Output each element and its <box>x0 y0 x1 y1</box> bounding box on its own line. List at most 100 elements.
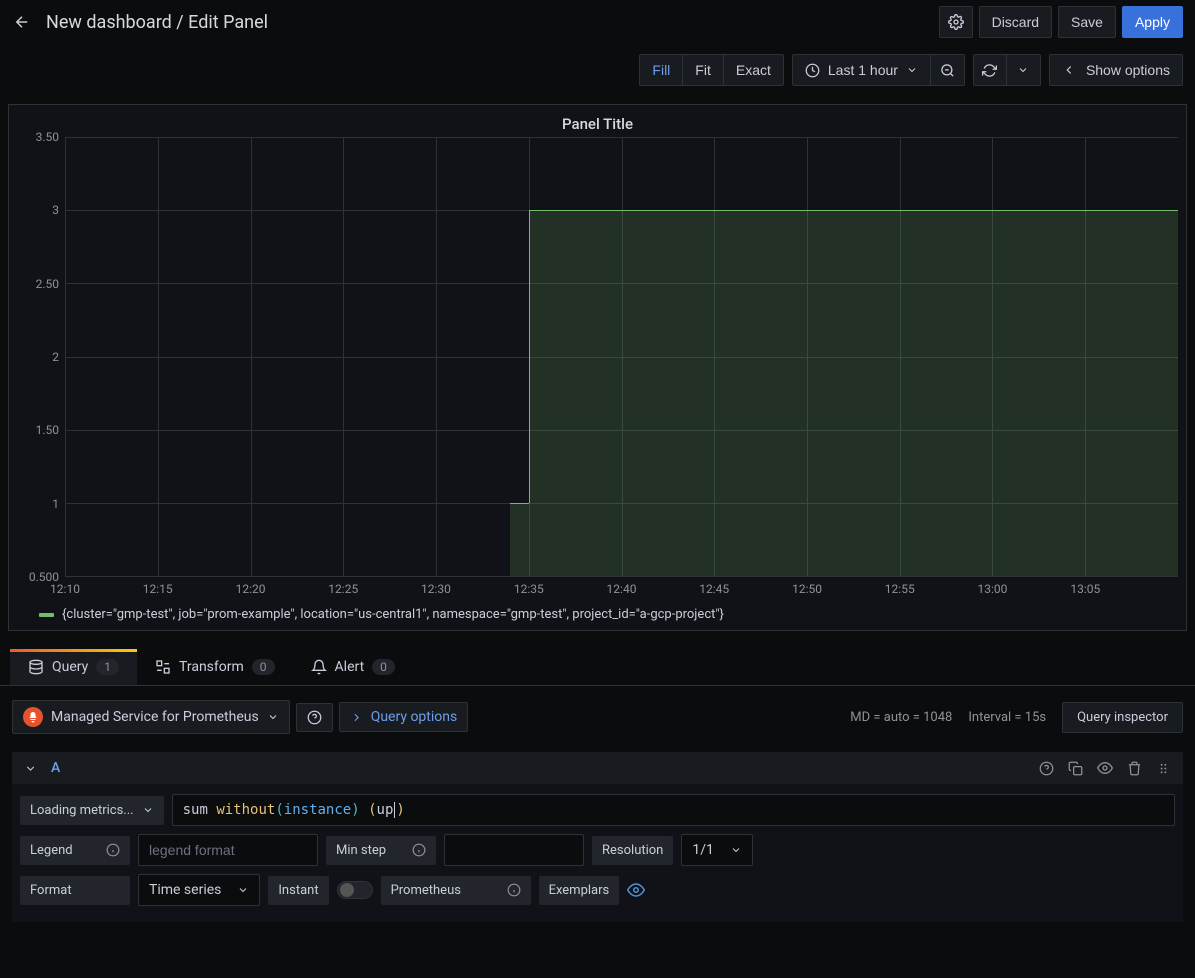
y-tick: 1.50 <box>36 423 59 437</box>
y-axis: 3.50 3 2.50 2 1.50 1 0.500 <box>17 137 65 577</box>
query-inspector-button[interactable]: Query inspector <box>1062 702 1183 733</box>
y-tick: 1 <box>52 497 59 511</box>
prometheus-label: Prometheus <box>381 876 531 905</box>
time-range-picker[interactable]: Last 1 hour <box>792 54 931 86</box>
tab-count-badge: 0 <box>372 659 395 675</box>
legend-swatch <box>39 613 54 617</box>
min-step-input[interactable] <box>444 834 584 866</box>
zoom-out-button[interactable] <box>931 54 965 86</box>
datasource-picker[interactable]: Managed Service for Prometheus <box>12 700 290 734</box>
chevron-down-icon <box>1017 64 1029 76</box>
query-options-label: Query options <box>371 709 458 725</box>
x-axis: 12:10 12:15 12:20 12:25 12:30 12:35 12:4… <box>17 577 1178 601</box>
resolution-label: Resolution <box>592 836 673 865</box>
resolution-select[interactable]: 1/1 <box>681 834 753 866</box>
x-tick: 12:35 <box>514 582 544 596</box>
tab-count-badge: 1 <box>96 659 119 675</box>
tab-count-badge: 0 <box>252 659 275 675</box>
query-expression-input[interactable]: sum without(instance) (up) <box>172 794 1175 826</box>
clock-icon <box>805 63 820 78</box>
md-info: MD = auto = 1048 <box>850 710 952 725</box>
y-tick: 2.50 <box>36 277 59 291</box>
resolution-value: 1/1 <box>692 842 714 858</box>
fill-button[interactable]: Fill <box>639 54 683 86</box>
legend-format-input[interactable] <box>138 834 318 866</box>
gear-icon <box>948 14 964 30</box>
instant-toggle[interactable] <box>337 881 373 899</box>
show-options-label: Show options <box>1086 62 1170 78</box>
refresh-button[interactable] <box>973 54 1007 86</box>
table-view-toggle: Fill Fit Exact <box>639 54 783 86</box>
exact-button[interactable]: Exact <box>724 54 784 86</box>
tab-label: Transform <box>179 659 244 675</box>
prometheus-icon <box>23 707 43 727</box>
tab-transform[interactable]: Transform 0 <box>137 649 293 685</box>
format-value: Time series <box>149 882 221 898</box>
chevron-down-icon <box>906 64 918 76</box>
discard-button[interactable]: Discard <box>979 6 1052 38</box>
query-options-toggle[interactable]: Query options <box>339 702 469 732</box>
x-tick: 13:05 <box>1070 582 1100 596</box>
fit-button[interactable]: Fit <box>683 54 724 86</box>
exemplars-label: Exemplars <box>539 876 620 905</box>
x-tick: 12:50 <box>792 582 822 596</box>
min-step-label: Min step <box>326 836 436 865</box>
x-tick: 12:15 <box>143 582 173 596</box>
tab-alert[interactable]: Alert 0 <box>293 649 413 685</box>
format-select[interactable]: Time series <box>138 874 260 906</box>
chevron-right-icon <box>350 711 363 724</box>
x-tick: 12:10 <box>50 582 80 596</box>
chart-legend[interactable]: {cluster="gmp-test", job="prom-example",… <box>17 601 1178 622</box>
tab-label: Query <box>52 659 88 675</box>
editor-tabs: Query 1 Transform 0 Alert 0 <box>0 631 1195 686</box>
drag-handle-icon[interactable] <box>1156 760 1171 776</box>
info-icon[interactable] <box>412 843 426 857</box>
x-tick: 12:40 <box>607 582 637 596</box>
settings-button[interactable] <box>939 6 973 38</box>
tab-query[interactable]: Query 1 <box>10 649 137 685</box>
duplicate-query-button[interactable] <box>1068 760 1083 776</box>
x-tick: 12:45 <box>699 582 729 596</box>
query-row-header[interactable]: A <box>12 752 1183 784</box>
x-tick: 12:20 <box>236 582 266 596</box>
x-tick: 12:55 <box>885 582 915 596</box>
y-tick: 3 <box>52 203 59 217</box>
chart-panel: Panel Title 3.50 3 2.50 2 1.50 1 0.500 <box>8 104 1187 631</box>
exemplars-toggle[interactable] <box>627 881 645 899</box>
refresh-interval-button[interactable] <box>1007 54 1041 86</box>
toggle-visibility-button[interactable] <box>1097 760 1113 776</box>
chevron-down-icon <box>730 844 742 856</box>
y-tick: 3.50 <box>36 130 59 144</box>
info-icon[interactable] <box>106 843 120 857</box>
chevron-down-icon <box>24 762 37 775</box>
datasource-help-button[interactable] <box>296 703 333 732</box>
x-tick: 13:00 <box>978 582 1008 596</box>
save-button[interactable]: Save <box>1058 6 1116 38</box>
interval-info: Interval = 15s <box>968 710 1046 725</box>
metrics-browser-button[interactable]: Loading metrics... <box>20 796 164 825</box>
remove-query-button[interactable] <box>1127 760 1142 776</box>
query-help-icon[interactable] <box>1039 760 1054 776</box>
chevron-left-icon <box>1062 63 1076 77</box>
apply-button[interactable]: Apply <box>1122 6 1183 38</box>
legend-label: Legend <box>20 836 130 865</box>
time-range-label: Last 1 hour <box>828 62 898 78</box>
database-icon <box>28 659 44 675</box>
x-tick: 12:25 <box>328 582 358 596</box>
info-icon[interactable] <box>507 883 521 897</box>
refresh-icon <box>982 63 997 78</box>
chevron-down-icon <box>237 884 249 896</box>
y-tick: 2 <box>52 350 59 364</box>
breadcrumb: New dashboard / Edit Panel <box>46 12 268 33</box>
bell-icon <box>311 659 327 675</box>
back-button[interactable] <box>12 12 32 32</box>
chevron-down-icon <box>142 804 154 816</box>
instant-label: Instant <box>268 876 328 905</box>
chart-plot[interactable] <box>65 137 1178 577</box>
show-options-button[interactable]: Show options <box>1049 54 1183 86</box>
zoom-out-icon <box>940 63 955 78</box>
chevron-down-icon <box>267 711 279 723</box>
format-label: Format <box>20 876 130 905</box>
transform-icon <box>155 659 171 675</box>
panel-title: Panel Title <box>17 105 1178 137</box>
